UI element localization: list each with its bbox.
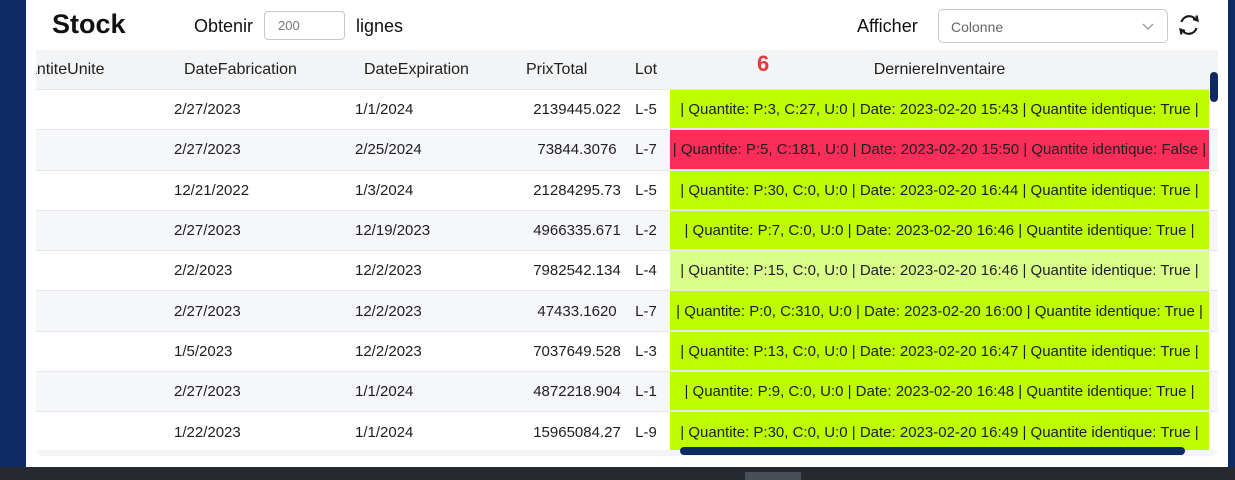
column-header-quantite-unite[interactable]: antiteUnite [36, 50, 168, 89]
cell-lot: L-5 [635, 181, 657, 199]
cell-date-fabrication: 2/27/2023 [174, 101, 241, 119]
cell-prix-total: 7037649.528 [533, 342, 621, 360]
cell-date-fabrication: 12/21/2022 [174, 181, 250, 199]
cell-date-fabrication: 2/27/2023 [174, 302, 241, 320]
horizontal-scrollbar-thumb[interactable] [680, 447, 1185, 455]
column-select[interactable]: Colonne [938, 9, 1168, 43]
cell-derniere-inventaire: | Quantite: P:9, C:0, U:0 | Date: 2023-0… [684, 383, 1195, 401]
cell-derniere-inventaire: | Quantite: P:3, C:27, U:0 | Date: 2023-… [680, 101, 1199, 119]
obtenir-label: Obtenir [194, 16, 254, 36]
cell-derniere-inventaire: | Quantite: P:15, C:0, U:0 | Date: 2023-… [680, 262, 1199, 280]
cell-prix-total: 7982542.134 [533, 262, 621, 280]
cell-date-fabrication: 2/27/2023 [174, 222, 241, 240]
table-row[interactable]: 2/2/2023 12/2/2023 7982542.134 L-4 | Quantit… [36, 251, 1218, 292]
table-row[interactable]: 2/27/2023 2/25/2024 73844.3076 L-7 | Quantit… [36, 130, 1218, 171]
column-select-placeholder: Colonne [951, 19, 1004, 35]
refresh-icon[interactable] [1176, 12, 1202, 38]
cell-quantite-unite [36, 412, 128, 450]
stock-grid: antiteUnite DateFabrication DateExpirati… [36, 50, 1218, 450]
cell-prix-total: 2139445.022 [533, 101, 621, 119]
panel-inner: Stock Obtenir lignes Afficher Colonne an… [36, 0, 1218, 456]
cell-quantite-unite [36, 171, 128, 210]
cell-derniere-inventaire: | Quantite: P:13, C:0, U:0 | Date: 2023-… [680, 342, 1199, 360]
cell-derniere-inventaire: | Quantite: P:0, C:310, U:0 | Date: 2023… [676, 302, 1203, 320]
cell-derniere-inventaire: | Quantite: P:5, C:181, U:0 | Date: 2023… [672, 141, 1207, 159]
cell-date-expiration: 2/25/2024 [355, 141, 422, 159]
cell-date-expiration: 1/1/2024 [355, 423, 414, 441]
table-row[interactable]: 2/27/2023 1/1/2024 2139445.022 L-5 | Quantit… [36, 90, 1218, 131]
row-count-input[interactable] [264, 11, 345, 40]
grid-header: antiteUnite DateFabrication DateExpirati… [36, 50, 1218, 90]
column-header-derniere-inventaire[interactable]: DerniereInventaire [670, 50, 1209, 89]
cell-quantite-unite [36, 211, 128, 250]
cell-lot: L-7 [635, 302, 657, 320]
cell-date-fabrication: 2/27/2023 [174, 141, 241, 159]
vertical-scrollbar-thumb[interactable] [1210, 72, 1218, 102]
column-header-date-expiration[interactable]: DateExpiration [364, 50, 504, 89]
cell-quantite-unite [36, 332, 128, 371]
cell-date-expiration: 12/19/2023 [355, 222, 431, 240]
grid-body: 2/27/2023 1/1/2024 2139445.022 L-5 | Quantit… [36, 90, 1218, 450]
table-row[interactable]: 1/22/2023 1/1/2024 15965084.27 L-9 | Quantit… [36, 412, 1218, 450]
cell-lot: L-4 [635, 262, 657, 280]
taskbar-strip [0, 467, 1235, 480]
taskbar-item[interactable] [745, 472, 801, 480]
cell-date-expiration: 12/2/2023 [355, 342, 422, 360]
cell-lot: L-5 [635, 101, 657, 119]
table-row[interactable]: 2/27/2023 1/1/2024 4872218.904 L-1 | Quantit… [36, 372, 1218, 413]
page-title: Stock [52, 9, 126, 39]
table-row[interactable]: 1/5/2023 12/2/2023 7037649.528 L-3 | Quantit… [36, 331, 1218, 373]
cell-prix-total: 47433.1620 [537, 302, 617, 320]
cell-date-expiration: 1/3/2024 [355, 181, 414, 199]
count-badge: 6 [757, 51, 770, 76]
cell-derniere-inventaire: | Quantite: P:7, C:0, U:0 | Date: 2023-0… [684, 222, 1195, 240]
cell-lot: L-7 [635, 141, 657, 159]
cell-date-fabrication: 1/5/2023 [174, 342, 233, 360]
cell-prix-total: 15965084.27 [533, 423, 621, 441]
cell-quantite-unite [36, 372, 128, 411]
cell-prix-total: 4872218.904 [533, 383, 621, 401]
cell-date-expiration: 1/1/2024 [355, 383, 414, 401]
stock-panel: Stock Obtenir lignes Afficher Colonne an… [26, 0, 1228, 467]
column-header-date-fabrication[interactable]: DateFabrication [184, 50, 324, 89]
cell-prix-total: 21284295.73 [533, 181, 621, 199]
cell-date-fabrication: 2/27/2023 [174, 383, 241, 401]
cell-derniere-inventaire: | Quantite: P:30, C:0, U:0 | Date: 2023-… [680, 423, 1199, 441]
cell-quantite-unite [36, 291, 128, 330]
lignes-label: lignes [356, 16, 404, 36]
column-header-lot[interactable]: Lot [628, 50, 664, 89]
cell-prix-total: 73844.3076 [537, 141, 617, 159]
cell-quantite-unite [36, 90, 128, 129]
cell-quantite-unite [36, 130, 128, 169]
afficher-label: Afficher [857, 16, 918, 36]
cell-lot: L-1 [635, 383, 657, 401]
chevron-down-icon [1142, 23, 1154, 30]
table-row[interactable]: 2/27/2023 12/2/2023 47433.1620 L-7 | Quantit… [36, 291, 1218, 332]
toolbar: Stock Obtenir lignes Afficher Colonne [36, 0, 1218, 50]
cell-derniere-inventaire: | Quantite: P:30, C:0, U:0 | Date: 2023-… [680, 181, 1199, 199]
cell-date-fabrication: 2/2/2023 [174, 262, 233, 280]
cell-lot: L-3 [635, 342, 657, 360]
cell-lot: L-9 [635, 423, 657, 441]
cell-prix-total: 4966335.671 [533, 222, 621, 240]
cell-lot: L-2 [635, 222, 657, 240]
cell-date-expiration: 1/1/2024 [355, 101, 414, 119]
cell-date-expiration: 12/2/2023 [355, 302, 422, 320]
table-row[interactable]: 12/21/2022 1/3/2024 21284295.73 L-5 | Quanti… [36, 170, 1218, 211]
column-header-prix-total[interactable]: PrixTotal [526, 50, 626, 89]
cell-quantite-unite [36, 251, 128, 290]
table-row[interactable]: 2/27/2023 12/19/2023 4966335.671 L-2 | Quant… [36, 210, 1218, 252]
cell-date-expiration: 12/2/2023 [355, 262, 422, 280]
cell-date-fabrication: 1/22/2023 [174, 423, 241, 441]
